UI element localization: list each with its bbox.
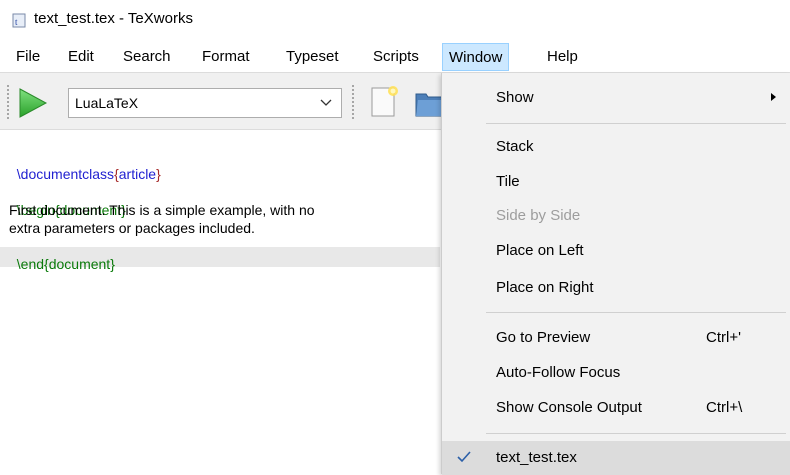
menu-item-label: Stack — [496, 138, 534, 155]
menu-item-label: Place on Left — [496, 242, 584, 259]
menu-item-label: Auto-Follow Focus — [496, 364, 621, 381]
submenu-arrow-icon — [771, 93, 776, 101]
menu-separator — [486, 433, 786, 434]
menu-search[interactable]: Search — [117, 43, 177, 71]
menu-typeset[interactable]: Typeset — [280, 43, 345, 71]
toolbar-grip[interactable] — [6, 84, 10, 120]
texworks-icon: t — [12, 13, 26, 28]
menu-item-label: text_test.tex — [496, 449, 577, 466]
typeset-engine-select[interactable]: LuaLaTeX — [68, 88, 342, 118]
chevron-down-icon — [320, 99, 332, 106]
menu-item-stack[interactable]: Stack — [442, 130, 790, 164]
menu-item-open-document[interactable]: text_test.tex — [442, 441, 790, 475]
menu-help[interactable]: Help — [541, 43, 584, 71]
editor-line-3: \begin{document} — [9, 183, 126, 218]
menu-item-label: Side by Side — [496, 207, 581, 224]
brace: } — [110, 256, 115, 272]
menu-edit[interactable]: Edit — [62, 43, 100, 71]
engine-select-value: LuaLaTeX — [75, 95, 139, 111]
menu-scripts[interactable]: Scripts — [367, 43, 425, 71]
typeset-play-icon[interactable] — [16, 87, 48, 119]
menu-item-label: Go to Preview — [496, 329, 591, 346]
window-title: text_test.tex - TeXworks — [34, 10, 193, 27]
menu-item-show-console-output[interactable]: Show Console Output Ctrl+\ — [442, 391, 790, 425]
editor-line-4: First document. This is a simple example… — [9, 202, 315, 218]
menu-item-label: Show — [496, 89, 534, 106]
menu-format[interactable]: Format — [196, 43, 256, 71]
latex-command: \documentclass — [16, 166, 115, 182]
window-menu-dropdown: Show Stack Tile Side by Side Place on Le… — [441, 73, 790, 475]
menu-item-show[interactable]: Show — [442, 81, 790, 115]
editor-line-5: extra parameters or packages included. — [9, 220, 255, 236]
menu-item-tile[interactable]: Tile — [442, 165, 790, 199]
toolbar-separator — [352, 84, 354, 120]
menu-item-place-on-left[interactable]: Place on Left — [442, 234, 790, 268]
open-folder-icon[interactable] — [414, 84, 444, 120]
menu-separator — [486, 123, 786, 124]
menu-file[interactable]: File — [10, 43, 46, 71]
checkmark-icon — [457, 451, 471, 463]
menu-item-shortcut: Ctrl+' — [706, 329, 741, 346]
menu-item-shortcut: Ctrl+\ — [706, 399, 743, 416]
menu-item-label: Tile — [496, 173, 520, 190]
title-bar: t text_test.tex - TeXworks — [0, 0, 790, 40]
menu-item-label: Show Console Output — [496, 399, 642, 416]
editor-line-6: \end{document} — [9, 237, 115, 272]
command-argument: document — [48, 256, 111, 272]
menu-item-go-to-preview[interactable]: Go to Preview Ctrl+' — [442, 321, 790, 355]
menu-item-label: Place on Right — [496, 279, 594, 296]
new-document-icon[interactable] — [368, 84, 400, 120]
latex-command: \end — [16, 256, 45, 272]
editor-line-1: \documentclass{article} — [9, 147, 161, 182]
command-argument: article — [118, 166, 157, 182]
menu-item-auto-follow-focus[interactable]: Auto-Follow Focus — [442, 356, 790, 390]
menu-item-place-on-right[interactable]: Place on Right — [442, 271, 790, 305]
brace: } — [156, 166, 161, 182]
menu-window[interactable]: Window — [442, 43, 510, 71]
menu-separator — [486, 312, 786, 313]
menu-item-side-by-side: Side by Side — [442, 199, 790, 233]
